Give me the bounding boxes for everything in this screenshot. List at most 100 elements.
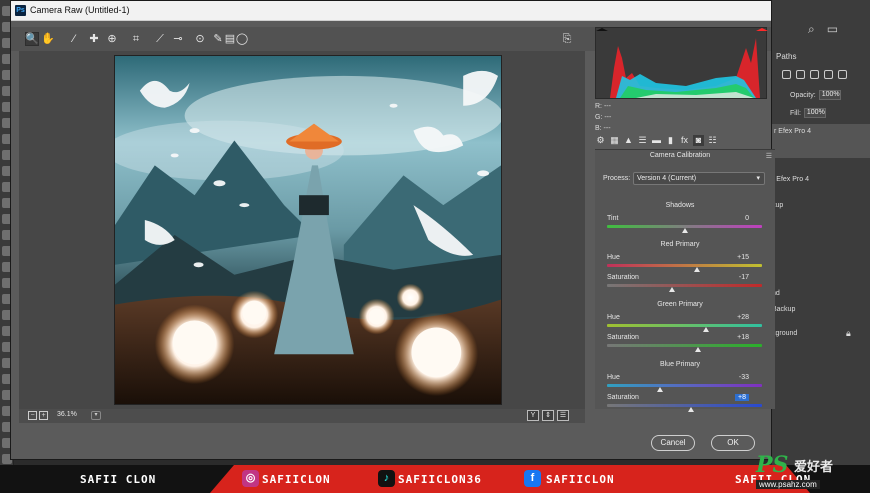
detail-tab-icon[interactable]: ▲: [623, 135, 634, 146]
zoom-in-button[interactable]: +: [39, 411, 48, 420]
banner-tiktok-handle: SAFIICLON36: [398, 473, 482, 486]
slider-track[interactable]: [607, 404, 762, 407]
filter-smart-icon[interactable]: [838, 70, 847, 79]
camera-raw-dialog: Ps Camera Raw (Untitled-1) ⎘ 🔍 ✋ ⁄ ✚ ⊕ ⌗ ⟋ ⊸ ⊙ ✎ ▤…: [10, 0, 775, 460]
filter-pixel-icon[interactable]: [782, 70, 791, 79]
swap-settings-button[interactable]: ⇕: [542, 410, 554, 421]
rgb-readout: R: --- G: --- B: ---: [595, 101, 611, 134]
process-version-select[interactable]: Version 4 (Current) ▾: [633, 172, 765, 185]
toggle-settings-button[interactable]: ☰: [557, 410, 569, 421]
camera-calibration-tab-icon[interactable]: ◙: [693, 135, 704, 146]
red-eye-tool-icon[interactable]: ⊙: [193, 32, 207, 46]
site-watermark: PS 爱好者 www.psahz.com: [756, 452, 866, 492]
slider-thumb[interactable]: [687, 407, 694, 412]
slider-label: Saturation: [607, 274, 639, 281]
search-icon[interactable]: ⌕: [808, 22, 815, 37]
white-balance-tool-icon[interactable]: ⁄: [67, 32, 81, 46]
slider-track[interactable]: [607, 344, 762, 347]
shadow-clipping-icon: [596, 28, 608, 31]
color-sampler-tool-icon[interactable]: ✚: [87, 32, 101, 46]
hsl-tab-icon[interactable]: ☰: [637, 135, 648, 146]
slider-track[interactable]: [607, 284, 762, 287]
fill-field: Fill: 100%: [790, 108, 826, 118]
slider-value-input[interactable]: +15: [719, 254, 749, 261]
slider-value-input[interactable]: 0: [719, 215, 749, 222]
filter-adjust-icon[interactable]: [796, 70, 805, 79]
slider-thumb[interactable]: [693, 267, 700, 272]
hand-tool-icon[interactable]: ✋: [41, 32, 55, 46]
slider-thumb[interactable]: [695, 347, 702, 352]
panel-menu-icon[interactable]: ☰: [766, 152, 772, 160]
layer-name: r Efex Pro 4: [774, 128, 811, 135]
presets-tab-icon[interactable]: ☷: [707, 135, 718, 146]
layer-name: Backup: [772, 306, 796, 313]
workspace-icon[interactable]: ▭: [827, 22, 838, 37]
zoom-tool-icon[interactable]: 🔍: [25, 32, 39, 46]
layer-row[interactable]: Backup: [772, 306, 795, 313]
banner-facebook-handle: SAFIICLON: [546, 473, 615, 486]
before-after-toggle-button[interactable]: Y: [527, 410, 539, 421]
split-toning-tab-icon[interactable]: ▬: [651, 135, 662, 146]
basic-tab-icon[interactable]: ⚙: [595, 135, 606, 146]
fill-label: Fill:: [790, 109, 801, 117]
slider-track[interactable]: [607, 384, 762, 387]
photoshop-top-icons: ⌕ ▭: [808, 22, 838, 37]
radial-filter-icon[interactable]: ◯: [235, 32, 249, 46]
slider-thumb[interactable]: [681, 228, 688, 233]
filter-shape-icon[interactable]: [824, 70, 833, 79]
open-preferences-icon[interactable]: ⎘: [559, 32, 575, 46]
slider-value-input[interactable]: -33: [719, 374, 749, 381]
group-heading: Red Primary: [660, 241, 700, 248]
slider-track[interactable]: [607, 324, 762, 327]
layer-row[interactable]: kground: [772, 330, 797, 337]
slider-track[interactable]: [607, 264, 762, 267]
slider-label: Saturation: [607, 334, 639, 341]
tiktok-icon: ♪: [378, 470, 395, 487]
red-readout: R: ---: [595, 103, 611, 110]
watermark-logo: PS: [756, 452, 789, 478]
effects-tab-icon[interactable]: fx: [679, 135, 690, 146]
slider-label: Hue: [607, 374, 620, 381]
photoshop-layers-panel: ⌕ ▭ Paths Opacity: 100% Fill: 100% r Efe…: [772, 0, 870, 465]
slider-label: Saturation: [607, 394, 639, 401]
dialog-title: Camera Raw (Untitled-1): [30, 5, 130, 15]
panel-tabs: ⚙ ▦ ▲ ☰ ▬ ▮ fx ◙ ☷: [595, 135, 775, 147]
layer-name: r Efex Pro 4: [772, 176, 809, 183]
image-preview[interactable]: [19, 51, 585, 409]
instagram-icon: ◎: [242, 470, 259, 487]
tone-curve-tab-icon[interactable]: ▦: [609, 135, 620, 146]
slider-value-input[interactable]: +8: [735, 394, 749, 401]
lens-corrections-tab-icon[interactable]: ▮: [665, 135, 676, 146]
slider-thumb[interactable]: [669, 287, 676, 292]
layer-row[interactable]: r Efex Pro 4: [772, 176, 809, 183]
targeted-adjustment-tool-icon[interactable]: ⊕: [105, 32, 119, 46]
crop-tool-icon[interactable]: ⌗: [129, 32, 143, 46]
fill-input[interactable]: 100%: [803, 108, 826, 118]
slider-value-input[interactable]: -17: [719, 274, 749, 281]
slider-value-input[interactable]: +18: [719, 334, 749, 341]
filter-type-icon[interactable]: [810, 70, 819, 79]
cancel-button[interactable]: Cancel: [651, 435, 695, 451]
slider-label: Tint: [607, 215, 619, 222]
paths-tab[interactable]: Paths: [776, 52, 796, 61]
ok-button[interactable]: OK: [711, 435, 755, 451]
spot-removal-tool-icon[interactable]: ⊸: [171, 32, 185, 46]
slider-label: Hue: [607, 314, 620, 321]
slider-thumb[interactable]: [703, 327, 710, 332]
green-readout: G: ---: [595, 114, 612, 121]
title-bar: Ps Camera Raw (Untitled-1): [11, 1, 771, 21]
zoom-out-button[interactable]: −: [28, 411, 37, 420]
panel-title: Camera Calibration: [649, 152, 711, 159]
facebook-icon: f: [524, 470, 541, 487]
group-heading: Green Primary: [657, 301, 703, 308]
slider-value-input[interactable]: +28: [719, 314, 749, 321]
opacity-input[interactable]: 100%: [818, 90, 841, 100]
preview-footer: − + 36.1% ▾ Y ⇕ ☰: [19, 409, 585, 423]
layer-row[interactable]: r Efex Pro 4: [772, 124, 870, 158]
layer-filter-icons: [782, 70, 847, 79]
slider-thumb[interactable]: [656, 387, 663, 392]
zoom-dropdown[interactable]: ▾: [91, 411, 101, 420]
group-heading: Shadows: [665, 202, 695, 209]
process-label: Process:: [603, 175, 631, 182]
straighten-tool-icon[interactable]: ⟋: [153, 32, 167, 46]
